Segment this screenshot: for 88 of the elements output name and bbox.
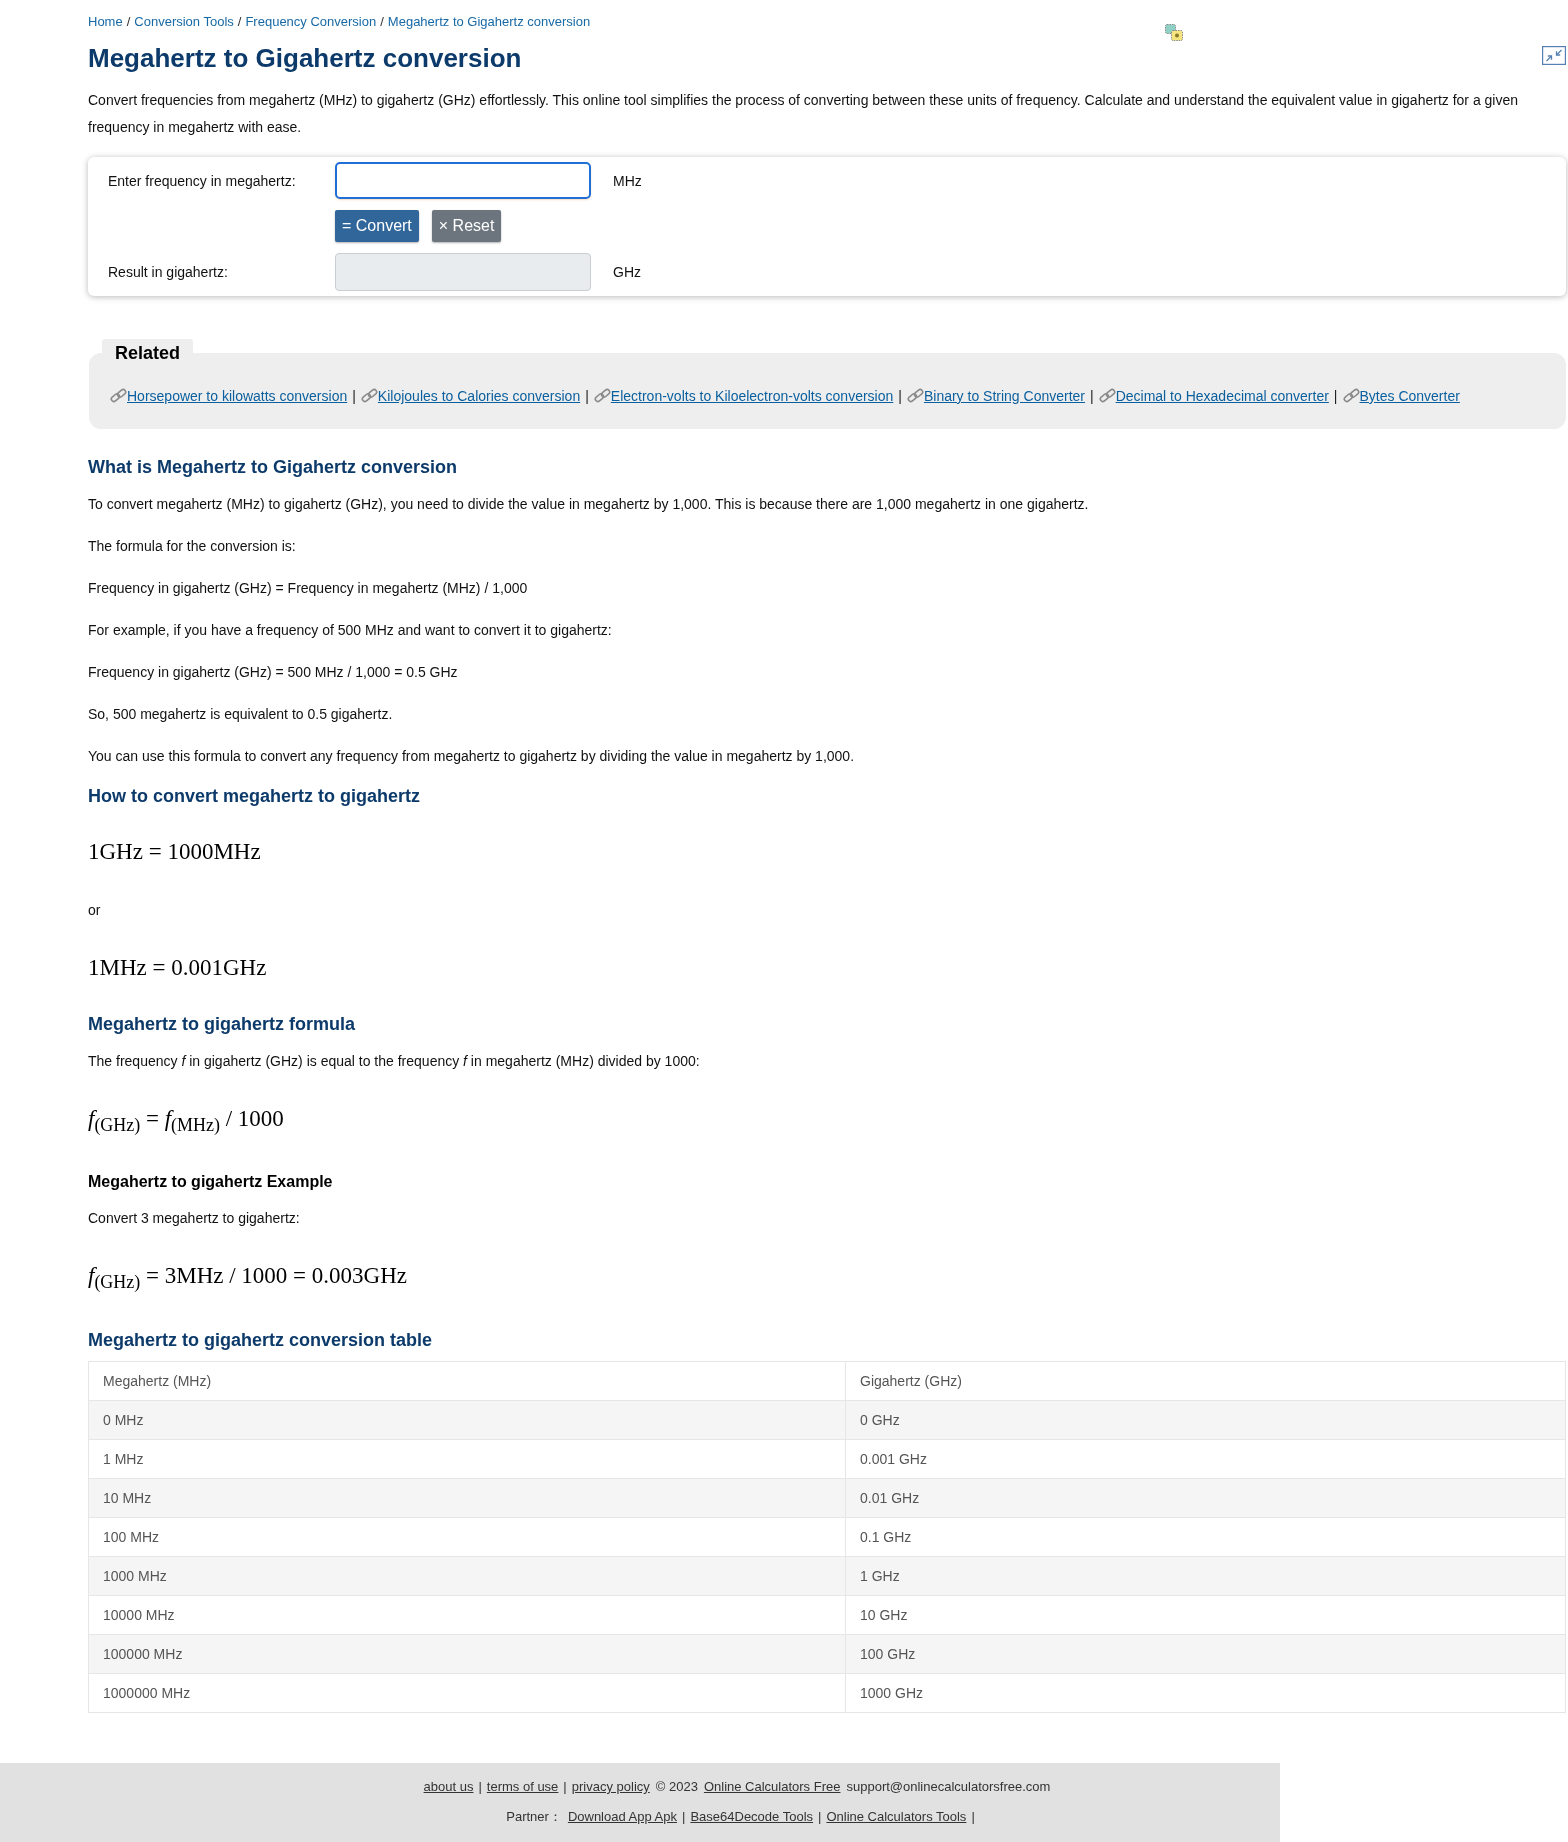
math-formula: f$_{(GHz)}$ = f$_{(MHz)}$ / 1000 <box>88 1105 285 1138</box>
paragraph: Convert 3 megahertz to gigahertz: <box>88 1209 301 1228</box>
table-cell: 1000 GHz <box>845 1673 1566 1713</box>
link-separator: | <box>1090 388 1094 404</box>
frequency-input[interactable] <box>335 162 591 199</box>
table-cell: 1 GHz <box>845 1556 1566 1596</box>
table-cell: 100 MHz <box>88 1517 846 1557</box>
footer-text: © 2023 <box>655 1779 698 1794</box>
paragraph: Frequency in gigahertz (GHz) = Frequency in megahertz (MHz) / 1,000 <box>88 579 529 598</box>
paragraph: So, 500 megahertz is equivalent to 0.5 gigahertz. <box>88 705 394 724</box>
section-heading: How to convert megahertz to gigahertz <box>88 785 422 808</box>
section-heading: Megahertz to gigahertz conversion table <box>88 1329 434 1352</box>
chat-bubbles-icon[interactable] <box>1165 24 1183 41</box>
link-icon <box>110 388 127 403</box>
section-heading: Megahertz to gigahertz formula <box>88 1013 357 1036</box>
footer-link[interactable]: terms of use <box>486 1779 559 1794</box>
table-cell: 100000 MHz <box>88 1634 846 1674</box>
column-header: Megahertz (MHz) <box>88 1361 846 1401</box>
table-cell: 10000 MHz <box>88 1595 846 1635</box>
result-field[interactable] <box>335 253 591 291</box>
related-link[interactable]: Decimal to Hexadecimal converter <box>1098 388 1329 404</box>
link-icon <box>1342 388 1360 403</box>
footer-link[interactable]: Base64Decode Tools <box>690 1809 814 1824</box>
footer-separator: | <box>682 1809 686 1824</box>
footer-link[interactable]: Online Calculators Free <box>703 1779 841 1794</box>
convert-button[interactable]: = Convert <box>335 210 419 242</box>
link-icon <box>1098 388 1116 403</box>
footer-separator: | <box>478 1779 482 1794</box>
footer-separator: | <box>818 1809 822 1824</box>
link-icon <box>360 388 378 403</box>
reset-button[interactable]: × Reset <box>431 210 502 242</box>
paragraph: The formula for the conversion is: <box>88 537 297 556</box>
page-title: Megahertz to Gigahertz conversion <box>88 42 522 74</box>
related-link[interactable]: Binary to String Converter <box>906 388 1085 404</box>
footer-link[interactable]: Download App Apk <box>567 1809 677 1824</box>
table-cell: 0.01 GHz <box>845 1478 1566 1518</box>
paragraph: The frequency f in gigahertz (GHz) is equal to the frequency f in megahertz (MHz) divided by 1000: <box>88 1052 701 1071</box>
breadcrumb-link[interactable]: Megahertz to Gigahertz conversion <box>387 14 591 29</box>
footer-text: support@onlinecalculatorsfree.com <box>846 1779 1051 1794</box>
link-separator: | <box>352 388 356 404</box>
breadcrumb-separator: / <box>126 14 131 29</box>
link-icon <box>593 388 611 403</box>
paragraph: For example, if you have a frequency of 500 MHz and want to convert it to gigahertz: <box>88 621 613 640</box>
breadcrumb-link[interactable]: Frequency Conversion <box>245 14 377 29</box>
table-cell: 0 MHz <box>88 1400 846 1440</box>
breadcrumb-link[interactable]: Home <box>88 14 123 29</box>
breadcrumb-separator: / <box>380 14 384 29</box>
table-cell: 100 GHz <box>845 1634 1566 1674</box>
unit-label: MHz <box>613 172 642 189</box>
breadcrumb-link[interactable]: Conversion Tools <box>134 14 234 29</box>
paragraph: You can use this formula to convert any frequency from megahertz to gigahertz by dividing the value in megahertz by 1,000. <box>88 747 856 766</box>
footer-link[interactable]: about us <box>423 1779 474 1794</box>
link-separator: | <box>898 388 902 404</box>
table-cell: 0 GHz <box>845 1400 1566 1440</box>
paragraph: To convert megahertz (MHz) to gigahertz (GHz), you need to divide the value in megahertz by 1,000. This is because there are 1,000 megahertz in one gigahertz. <box>88 495 1090 514</box>
related-link[interactable]: Horsepower to kilowatts conversion <box>110 388 348 404</box>
related-link[interactable]: Kilojoules to Calories conversion <box>360 388 581 404</box>
unit-label: GHz <box>613 264 641 280</box>
table-cell: 10 MHz <box>88 1478 846 1518</box>
related-link[interactable]: Electron-volts to Kiloelectron-volts conversion <box>593 388 894 404</box>
field-label: Result in gigahertz: <box>108 264 228 280</box>
collapse-icon[interactable] <box>1542 45 1566 65</box>
math-formula: f$_{(GHz)}$ = 3MHz / 1000 = 0.003GHz <box>88 1262 408 1295</box>
paragraph: or <box>88 901 102 920</box>
math-formula: 1MHz = 0.001GHz <box>88 954 268 982</box>
breadcrumb-separator: / <box>237 14 242 29</box>
footer-separator: | <box>563 1779 567 1794</box>
paragraph: Frequency in gigahertz (GHz) = 500 MHz / 1,000 = 0.5 GHz <box>88 663 459 682</box>
link-separator: | <box>585 388 589 404</box>
description-text: Convert frequencies from megahertz (MHz) to gigahertz (GHz) effortlessly. This online tool simplifies the process of converting between these units of frequency. Calculate and understand the equivalent value in gigahertz for a given frequency in megahertz with ease. <box>88 91 1520 137</box>
link-separator: | <box>1333 388 1338 404</box>
table-cell: 1000 MHz <box>88 1556 846 1596</box>
table-cell: 0.1 GHz <box>845 1517 1566 1557</box>
table-cell: 10 GHz <box>845 1595 1566 1635</box>
link-icon <box>906 388 924 403</box>
related-link[interactable]: Bytes Converter <box>1342 388 1460 404</box>
footer-link[interactable]: privacy policy <box>571 1779 650 1794</box>
section-heading: What is Megahertz to Gigahertz conversion <box>88 456 459 479</box>
footer-text: Partner： <box>506 1809 562 1824</box>
field-label: Enter frequency in megahertz: <box>108 172 296 189</box>
math-formula: 1GHz = 1000MHz <box>88 838 262 866</box>
column-header: Gigahertz (GHz) <box>845 1361 1566 1401</box>
table-cell: 1000000 MHz <box>88 1673 846 1713</box>
example-heading: Megahertz to gigahertz Example <box>88 1172 334 1192</box>
footer-link[interactable]: Online Calculators Tools <box>826 1809 967 1824</box>
footer-separator: | <box>971 1809 975 1824</box>
table-cell: 0.001 GHz <box>845 1439 1566 1479</box>
table-cell: 1 MHz <box>88 1439 846 1479</box>
